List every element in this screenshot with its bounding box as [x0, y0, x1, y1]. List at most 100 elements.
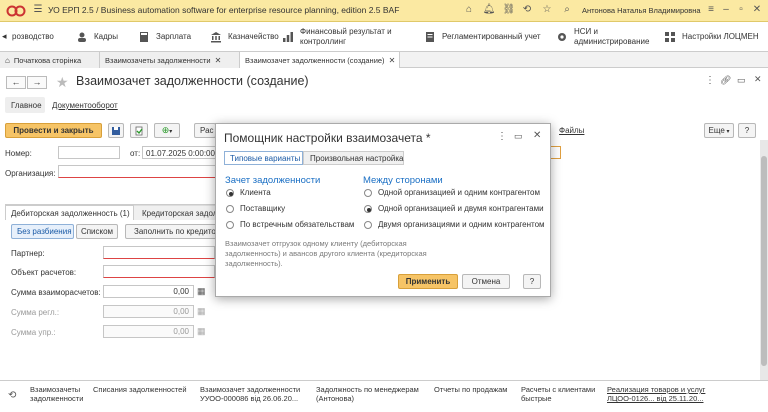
radio-supplier[interactable]: Поставщику: [226, 203, 366, 215]
link-icon[interactable]: ⛓︎: [502, 3, 516, 17]
radio-counter-obligations[interactable]: По встречным обязательствам: [226, 219, 366, 231]
sum-reg-label: Сумма регл.:: [11, 308, 60, 317]
post-button[interactable]: [130, 123, 148, 138]
radio-one-org-one-counterparty[interactable]: Одной организацией и одним контрагентом: [364, 187, 549, 199]
search-icon[interactable]: ⌕: [560, 3, 574, 17]
link-icon[interactable]: 🔗︎: [720, 75, 731, 86]
more-menu-icon[interactable]: ⋮: [705, 75, 715, 86]
section-label: Казначейство: [228, 32, 279, 41]
radio-button[interactable]: [226, 205, 234, 213]
section-production[interactable]: розводство: [12, 22, 72, 52]
history-link-manager-debt[interactable]: Задолжность по менеджерам (Антонова): [316, 385, 419, 403]
tab-typical-variants[interactable]: Типовые варианты: [224, 151, 303, 165]
bell-icon[interactable]: 🔔︎: [482, 3, 496, 17]
tab-label: Початкова сторінка: [13, 55, 82, 65]
gear-icon: [558, 33, 566, 41]
star-icon[interactable]: ☆: [540, 3, 554, 17]
subnav-docflow-link[interactable]: Документооборот: [52, 101, 118, 110]
dropdown-arrow-icon: ▾: [724, 129, 730, 135]
organization-field[interactable]: [58, 165, 216, 178]
dialog-help-button[interactable]: ?: [523, 274, 541, 289]
section-hr[interactable]: Кадры: [76, 22, 136, 52]
apply-button[interactable]: Применить: [398, 274, 458, 289]
radio-button[interactable]: [226, 189, 234, 197]
fill-by-credit-button[interactable]: Заполнить по кредито: [125, 224, 217, 239]
post-and-close-button[interactable]: Провести и закрыть: [5, 123, 102, 138]
history-link-writeoffs[interactable]: Списания задолженностей: [93, 385, 187, 394]
close-window-icon[interactable]: ✕: [750, 3, 764, 17]
history-line1: Взаимозачеты: [30, 385, 81, 394]
no-split-button[interactable]: Без разбиения: [11, 224, 74, 239]
variant-description: Взаимозачет отгрузок одному клиенту (деб…: [225, 239, 427, 268]
minimize-icon[interactable]: –: [719, 3, 733, 17]
home-icon[interactable]: ⌂: [462, 3, 476, 17]
tab-credit[interactable]: Кредиторская задол: [134, 205, 218, 220]
help-button[interactable]: ?: [738, 123, 756, 138]
tab-debit[interactable]: Дебиторская задолженность (1): [5, 205, 134, 220]
scrollbar-thumb[interactable]: [761, 156, 767, 366]
current-user[interactable]: Антонова Наталья Владимировна: [582, 6, 701, 15]
close-icon[interactable]: ✕: [754, 74, 762, 85]
close-icon[interactable]: ✕: [533, 130, 541, 141]
tab-debt-offset-create[interactable]: Взаимозачет задолженности (создание) ✕: [240, 52, 400, 68]
settlements-button[interactable]: Рас: [194, 123, 216, 138]
mutual-sum-field[interactable]: 0,00: [103, 285, 194, 298]
tab-home-page[interactable]: ⌂ Початкова сторінка: [0, 52, 100, 68]
radio-button[interactable]: [226, 221, 234, 229]
history-link-offsets[interactable]: Взаимозачеты задолженности: [30, 385, 83, 403]
restore-icon[interactable]: ▭: [514, 131, 523, 142]
number-field[interactable]: [58, 146, 120, 159]
tab-custom-setup[interactable]: Произвольная настройка: [303, 151, 404, 165]
app-logo-icon[interactable]: [6, 4, 26, 18]
radio-button[interactable]: [364, 221, 372, 229]
settings-icon[interactable]: ≡: [704, 3, 718, 17]
radio-two-orgs-one-counterparty[interactable]: Двумя организациями и одним контрагентом: [364, 219, 549, 231]
history-line1: Расчеты с клиентами: [521, 385, 596, 394]
save-button[interactable]: [108, 123, 124, 138]
ledger-icon: [426, 32, 434, 42]
section-master-data[interactable]: НСИ и администрирование: [556, 22, 656, 52]
history-icon[interactable]: ⟲: [520, 3, 534, 17]
history-link-sales-reports[interactable]: Отчеты по продажам: [434, 385, 507, 394]
forward-button[interactable]: →: [27, 76, 47, 89]
section-financial-result[interactable]: Финансовый результат и контроллинг: [282, 22, 410, 52]
history-link-client-settlements[interactable]: Расчеты с клиентами быстрые: [521, 385, 595, 403]
date-field[interactable]: 01.07.2025 0:00:00: [142, 146, 220, 159]
radio-button[interactable]: [364, 205, 372, 213]
section-regulated-accounting[interactable]: Регламентированный учет: [424, 22, 554, 52]
more-menu-icon[interactable]: ⋮: [497, 131, 507, 142]
history-line2: задолженности: [30, 394, 84, 403]
favorite-star-icon[interactable]: ★: [56, 74, 69, 91]
radio-button[interactable]: [364, 189, 372, 197]
cancel-button[interactable]: Отмена: [462, 274, 510, 289]
section-salary[interactable]: Зарплата: [138, 22, 208, 52]
create-based-on-button[interactable]: ⊕▾: [154, 123, 180, 138]
maximize-icon[interactable]: ▫: [734, 3, 748, 17]
settlement-object-field[interactable]: [103, 265, 215, 278]
sum-mgmt-field: 0,00: [103, 325, 194, 338]
radio-client[interactable]: Клиента: [226, 187, 366, 199]
more-button[interactable]: Еще ▾: [704, 123, 734, 138]
partner-field[interactable]: [103, 246, 215, 259]
tab-typical-label: Типовые варианты: [230, 154, 301, 163]
section-treasury[interactable]: Казначейство: [210, 22, 290, 52]
tab-label: Взаимозачеты задолженности: [105, 55, 211, 65]
close-icon[interactable]: ✕: [215, 56, 222, 65]
section-locman-settings[interactable]: Настройки ЛОЦМЕН: [664, 22, 768, 52]
subnav-main-tab[interactable]: Главное: [5, 97, 45, 113]
tab-debt-offsets[interactable]: Взаимозачеты задолженности ✕: [100, 52, 240, 68]
history-link-sales-doc[interactable]: Реализация товаров и услуг ЛЦОО-0126... …: [607, 385, 705, 403]
restore-icon[interactable]: ▭: [737, 75, 746, 86]
back-button[interactable]: ←: [6, 76, 26, 89]
history-icon[interactable]: ⟲: [8, 390, 16, 401]
scroll-left-icon[interactable]: ◂: [2, 31, 7, 42]
list-button[interactable]: Списком: [76, 224, 118, 239]
group-between-parties-title: Между сторонами: [363, 175, 443, 186]
files-link[interactable]: Файлы: [559, 126, 584, 135]
history-line1: Задолжность по менеджерам: [316, 385, 419, 394]
history-link-offset-doc[interactable]: Взаимозачет задолженности УУОО-000086 ві…: [200, 385, 300, 403]
menu-icon[interactable]: ☰: [31, 3, 45, 17]
calculator-icon[interactable]: ▦: [197, 286, 206, 297]
close-icon[interactable]: ✕: [389, 56, 396, 65]
radio-one-org-two-counterparties[interactable]: Одной организацией и двумя контрагентами: [364, 203, 549, 215]
